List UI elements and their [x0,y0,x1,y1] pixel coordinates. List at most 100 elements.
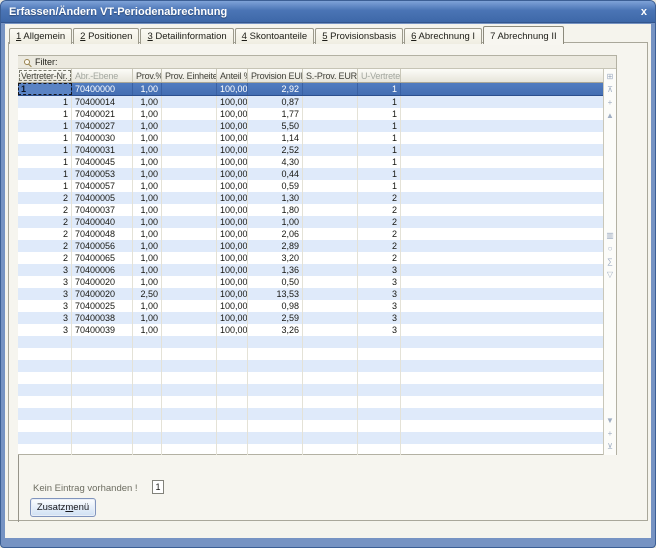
table-cell[interactable] [162,300,217,312]
table-cell[interactable]: 1 [18,180,72,192]
table-cell[interactable]: 2,92 [248,83,303,95]
table-cell[interactable] [162,384,217,396]
table-cell[interactable]: 100,00 [217,96,248,108]
table-cell[interactable] [248,408,303,420]
table-cell[interactable] [72,444,133,455]
table-cell[interactable]: 70400065 [72,252,133,264]
table-cell[interactable]: 1,00 [133,120,162,132]
table-cell[interactable] [72,396,133,408]
table-cell[interactable] [162,288,217,300]
tab-7[interactable]: 7 Abrechnung II [483,26,564,44]
table-cell[interactable]: 70400027 [72,120,133,132]
table-cell[interactable] [162,420,217,432]
table-cell[interactable]: 70400025 [72,300,133,312]
close-icon[interactable]: x [629,6,647,18]
table-cell[interactable] [162,432,217,444]
table-cell[interactable] [162,372,217,384]
table-cell[interactable]: 100,00 [217,240,248,252]
tab-5[interactable]: 5 Provisionsbasis [315,28,403,44]
table-cell[interactable]: 2 [358,192,401,204]
table-cell[interactable] [162,240,217,252]
table-cell[interactable]: 70400038 [72,312,133,324]
table-cell[interactable]: 100,00 [217,216,248,228]
filter-row[interactable]: Filter: [18,56,616,69]
table-cell[interactable] [248,420,303,432]
table-cell[interactable] [303,420,358,432]
table-cell[interactable]: 1,00 [133,144,162,156]
table-cell[interactable]: 13,53 [248,288,303,300]
table-cell[interactable] [162,120,217,132]
table-cell[interactable]: 0,50 [248,276,303,288]
table-cell[interactable] [133,408,162,420]
column-header[interactable]: Abr.-Ebene [72,69,133,82]
table-cell[interactable]: 1 [358,180,401,192]
table-cell[interactable] [303,432,358,444]
table-row[interactable]: 1704000001,00100,002,921 [18,83,603,96]
table-cell[interactable]: 1,00 [133,312,162,324]
search-icon[interactable]: ○ [604,242,616,255]
table-cell[interactable]: 1,00 [133,300,162,312]
table-cell[interactable]: 1,00 [248,216,303,228]
table-cell[interactable]: 1 [358,132,401,144]
table-cell[interactable]: 100,00 [217,204,248,216]
column-header[interactable]: Prov. Einheiten [162,69,217,82]
table-cell[interactable]: 1 [18,96,72,108]
table-cell[interactable]: 1,00 [133,276,162,288]
table-cell[interactable]: 70400021 [72,108,133,120]
sum-icon[interactable]: ∑ [604,255,616,268]
table-cell[interactable] [248,432,303,444]
table-cell[interactable] [303,300,358,312]
table-row[interactable]: 3704000202,50100,0013,533 [18,288,603,300]
table-cell[interactable] [248,444,303,455]
table-cell[interactable] [358,336,401,348]
table-cell[interactable]: 2 [358,204,401,216]
column-header[interactable]: Vertreter-Nr. [18,69,72,82]
table-cell[interactable]: 100,00 [217,264,248,276]
scroll-down-icon[interactable]: ▼ [604,414,616,427]
table-cell[interactable] [248,336,303,348]
empty-row[interactable] [18,336,603,348]
table-cell[interactable] [18,348,72,360]
table-cell[interactable] [217,384,248,396]
table-cell[interactable] [217,420,248,432]
table-row[interactable]: 3704000061,00100,001,363 [18,264,603,276]
column-chooser-icon[interactable]: ⊞ [604,70,616,83]
table-cell[interactable]: 3 [18,264,72,276]
table-cell[interactable] [358,432,401,444]
empty-row[interactable] [18,384,603,396]
table-cell[interactable] [18,384,72,396]
table-cell[interactable] [72,360,133,372]
table-cell[interactable]: 100,00 [217,300,248,312]
table-row[interactable]: 1704000311,00100,002,521 [18,144,603,156]
table-row[interactable]: 1704000271,00100,005,501 [18,120,603,132]
table-cell[interactable]: 0,87 [248,96,303,108]
table-cell[interactable]: 3 [18,276,72,288]
table-cell[interactable] [18,444,72,455]
empty-row[interactable] [18,396,603,408]
table-cell[interactable] [303,228,358,240]
table-cell[interactable]: 70400031 [72,144,133,156]
table-cell[interactable]: 70400000 [72,83,133,95]
table-row[interactable]: 3704000381,00100,002,593 [18,312,603,324]
table-cell[interactable]: 1,00 [133,204,162,216]
table-cell[interactable]: 70400020 [72,276,133,288]
table-cell[interactable]: 100,00 [217,228,248,240]
table-cell[interactable] [248,348,303,360]
table-cell[interactable]: 3,20 [248,252,303,264]
table-cell[interactable]: 1 [18,168,72,180]
table-cell[interactable]: 100,00 [217,288,248,300]
table-row[interactable]: 2704000481,00100,002,062 [18,228,603,240]
table-cell[interactable]: 3 [358,312,401,324]
table-cell[interactable] [133,444,162,455]
table-cell[interactable]: 1,36 [248,264,303,276]
table-cell[interactable] [303,336,358,348]
table-cell[interactable]: 0,59 [248,180,303,192]
table-cell[interactable]: 5,50 [248,120,303,132]
empty-row[interactable] [18,408,603,420]
table-cell[interactable]: 1,00 [133,324,162,336]
scroll-first-icon[interactable]: ⊼ [604,83,616,96]
table-cell[interactable] [72,408,133,420]
table-cell[interactable] [217,408,248,420]
table-cell[interactable] [303,372,358,384]
empty-row[interactable] [18,348,603,360]
